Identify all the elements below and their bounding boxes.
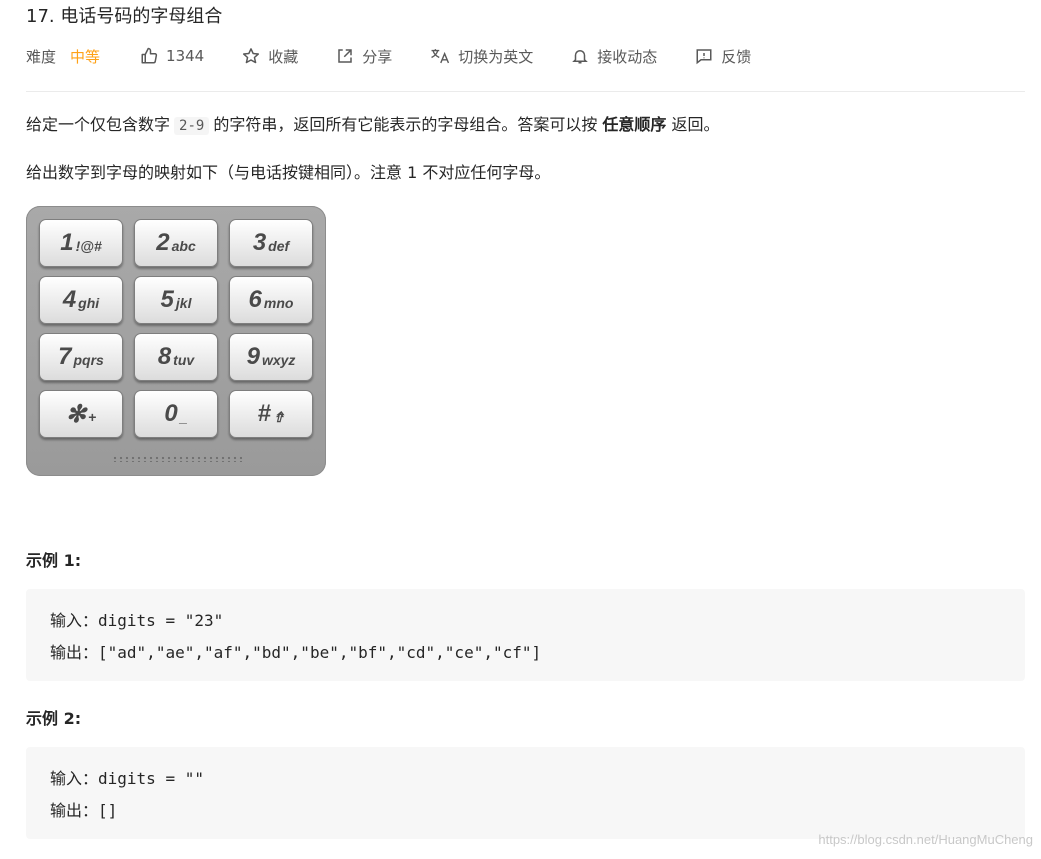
feedback-icon bbox=[696, 49, 712, 65]
example-1-output-line: 输出：["ad","ae","af","bd","be","bf","cd","… bbox=[50, 643, 542, 662]
subscribe-button[interactable]: 接收动态 bbox=[571, 46, 657, 67]
keypad-key-6: 6 mno bbox=[229, 276, 313, 324]
example-2-heading: 示例 2: bbox=[26, 709, 82, 728]
keypad-key-5: 5 jkl bbox=[134, 276, 218, 324]
header-divider bbox=[26, 91, 1025, 92]
description-paragraph-2: 给出数字到字母的映射如下（与电话按键相同）。注意 1 不对应任何字母。 bbox=[26, 163, 551, 182]
inline-code-range: 2-9 bbox=[174, 117, 210, 135]
keypad-key-hash: # ⇮ bbox=[229, 390, 313, 438]
keypad-key-9: 9 wxyz bbox=[229, 333, 313, 381]
example-2-input-line: 输入：digits = "" bbox=[50, 769, 204, 788]
speaker-grille bbox=[112, 456, 242, 462]
example-1-input-line: 输入：digits = "23" bbox=[50, 611, 224, 630]
share-label: 分享 bbox=[362, 47, 393, 66]
keypad-key-4: 4 ghi bbox=[39, 276, 123, 324]
problem-meta-bar: 难度 中等 1344 收藏 分享 切换为英文 接收动态 反馈 bbox=[26, 44, 789, 68]
feedback-button[interactable]: 反馈 bbox=[695, 46, 751, 67]
thumbs-up-icon bbox=[141, 47, 158, 64]
favorite-button[interactable]: 收藏 bbox=[242, 46, 298, 67]
keypad-key-8: 8 tuv bbox=[134, 333, 218, 381]
translate-button[interactable]: 切换为英文 bbox=[430, 46, 533, 67]
keypad-key-3: 3 def bbox=[229, 219, 313, 267]
keypad-key-1: 1 !@# bbox=[39, 219, 123, 267]
phone-keypad-image: 1 !@# 2 abc 3 def 4 ghi 5 jkl 6 mno 7 pqrs 8 tuv… bbox=[26, 206, 326, 476]
emphasis-any-order: 任意顺序 bbox=[602, 115, 667, 134]
translate-label: 切换为英文 bbox=[458, 47, 534, 66]
subscribe-label: 接收动态 bbox=[597, 47, 658, 66]
example-2-output-line: 输出：[] bbox=[50, 801, 118, 820]
like-count: 1344 bbox=[166, 47, 205, 65]
keypad-key-star: ✻ + bbox=[39, 390, 123, 438]
keypad-key-0: 0 _ bbox=[134, 390, 218, 438]
example-1-heading: 示例 1: bbox=[26, 551, 82, 570]
keypad-key-7: 7 pqrs bbox=[39, 333, 123, 381]
watermark: https://blog.csdn.net/HuangMuCheng bbox=[818, 832, 1033, 847]
translate-icon bbox=[431, 49, 450, 64]
share-button[interactable]: 分享 bbox=[336, 46, 392, 67]
keypad-key-2: 2 abc bbox=[134, 219, 218, 267]
example-1-code-block: 输入：digits = "23" 输出：["ad","ae","af","bd"… bbox=[26, 589, 1025, 681]
feedback-label: 反馈 bbox=[721, 47, 752, 66]
star-icon bbox=[243, 48, 260, 64]
difficulty-badge: 中等 bbox=[70, 47, 101, 66]
favorite-label: 收藏 bbox=[268, 47, 299, 66]
difficulty-label: 难度 bbox=[26, 47, 57, 66]
example-2-code-block: 输入：digits = "" 输出：[] bbox=[26, 747, 1025, 839]
problem-title: 17. 电话号码的字母组合 bbox=[26, 6, 223, 27]
description-paragraph-1: 给定一个仅包含数字 2-9 的字符串，返回所有它能表示的字母组合。答案可以按 任意顺… bbox=[26, 115, 720, 135]
share-icon bbox=[338, 49, 352, 63]
like-button[interactable]: 1344 bbox=[140, 47, 204, 65]
bell-icon bbox=[572, 50, 589, 64]
